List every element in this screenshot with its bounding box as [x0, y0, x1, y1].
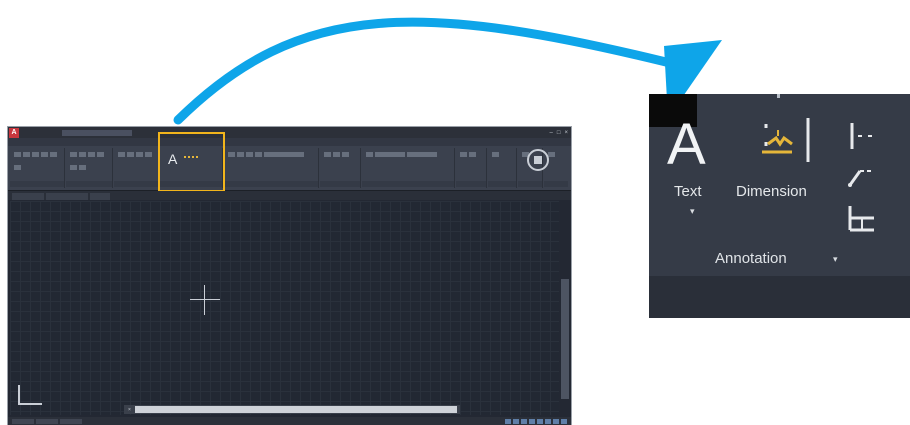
status-toggle-icon[interactable] [513, 418, 519, 424]
status-toggle-icon[interactable] [553, 418, 559, 424]
annotation-dropdown-icon[interactable]: ▾ [833, 254, 838, 265]
command-line[interactable]: × [124, 405, 460, 414]
status-toggle-icon[interactable] [529, 418, 535, 424]
status-toggles [505, 418, 571, 424]
app-logo[interactable]: A [9, 127, 19, 138]
status-toggle-icon[interactable] [505, 418, 511, 424]
ribbon-group-properties[interactable] [362, 148, 455, 188]
tab-drawing[interactable] [46, 193, 88, 200]
drawing-canvas[interactable] [10, 201, 559, 415]
status-toggle-icon[interactable] [561, 418, 567, 424]
status-toggle-icon[interactable] [521, 418, 527, 424]
tab-new[interactable] [90, 193, 110, 200]
annotation-group-label[interactable]: Annotation [715, 250, 787, 267]
tab-model[interactable] [12, 418, 34, 424]
panel-separator [777, 94, 780, 98]
window-controls: – □ × [550, 130, 571, 136]
callout-arrow-path [173, 17, 695, 125]
multileader-icon[interactable] [846, 161, 876, 189]
text-dropdown-icon[interactable]: ▾ [690, 206, 695, 217]
dimension-button-label: Dimension [736, 183, 807, 200]
ribbon-group-block[interactable] [320, 148, 361, 188]
text-icon: A [667, 112, 706, 177]
text-button-label: Text [674, 183, 702, 200]
minimize-icon[interactable]: – [550, 130, 553, 136]
ucs-icon [18, 385, 42, 405]
title-bar: A – □ × [8, 127, 571, 138]
scrollbar-vertical[interactable] [561, 279, 569, 399]
annotation-panel-highlight [158, 132, 225, 192]
panel-footer [649, 276, 910, 318]
close-icon[interactable]: × [564, 130, 568, 136]
leader-icon[interactable] [846, 121, 876, 151]
ribbon-group-draw[interactable] [10, 148, 65, 188]
tab-layout2[interactable] [60, 418, 82, 424]
ribbon-tabs [8, 138, 571, 146]
ribbon-group-modify-2[interactable] [114, 148, 159, 188]
tab-start[interactable] [12, 193, 44, 200]
dimension-icon [762, 118, 810, 162]
status-toggle-icon[interactable] [545, 418, 551, 424]
status-toggle-icon[interactable] [537, 418, 543, 424]
ribbon: A [8, 146, 571, 191]
document-tabs [8, 191, 571, 200]
ribbon-group-layers[interactable] [224, 148, 319, 188]
table-icon[interactable] [846, 204, 876, 232]
autocad-window: A – □ × A × [8, 127, 571, 425]
ribbon-group-modify[interactable] [66, 148, 113, 188]
search-box[interactable] [62, 129, 132, 136]
tab-layout1[interactable] [36, 418, 58, 424]
command-input[interactable] [134, 406, 457, 413]
viewcube-icon[interactable] [527, 149, 549, 171]
ribbon-group-groups[interactable] [456, 148, 487, 188]
maximize-icon[interactable]: □ [557, 130, 561, 136]
status-bar [8, 417, 571, 425]
annotation-panel-zoom: A Text ▾ Dimension Annotation ▾ [649, 94, 910, 318]
crosshair-cursor [190, 285, 220, 315]
ribbon-group-utilities[interactable] [488, 148, 517, 188]
command-close-icon[interactable]: × [124, 407, 135, 413]
